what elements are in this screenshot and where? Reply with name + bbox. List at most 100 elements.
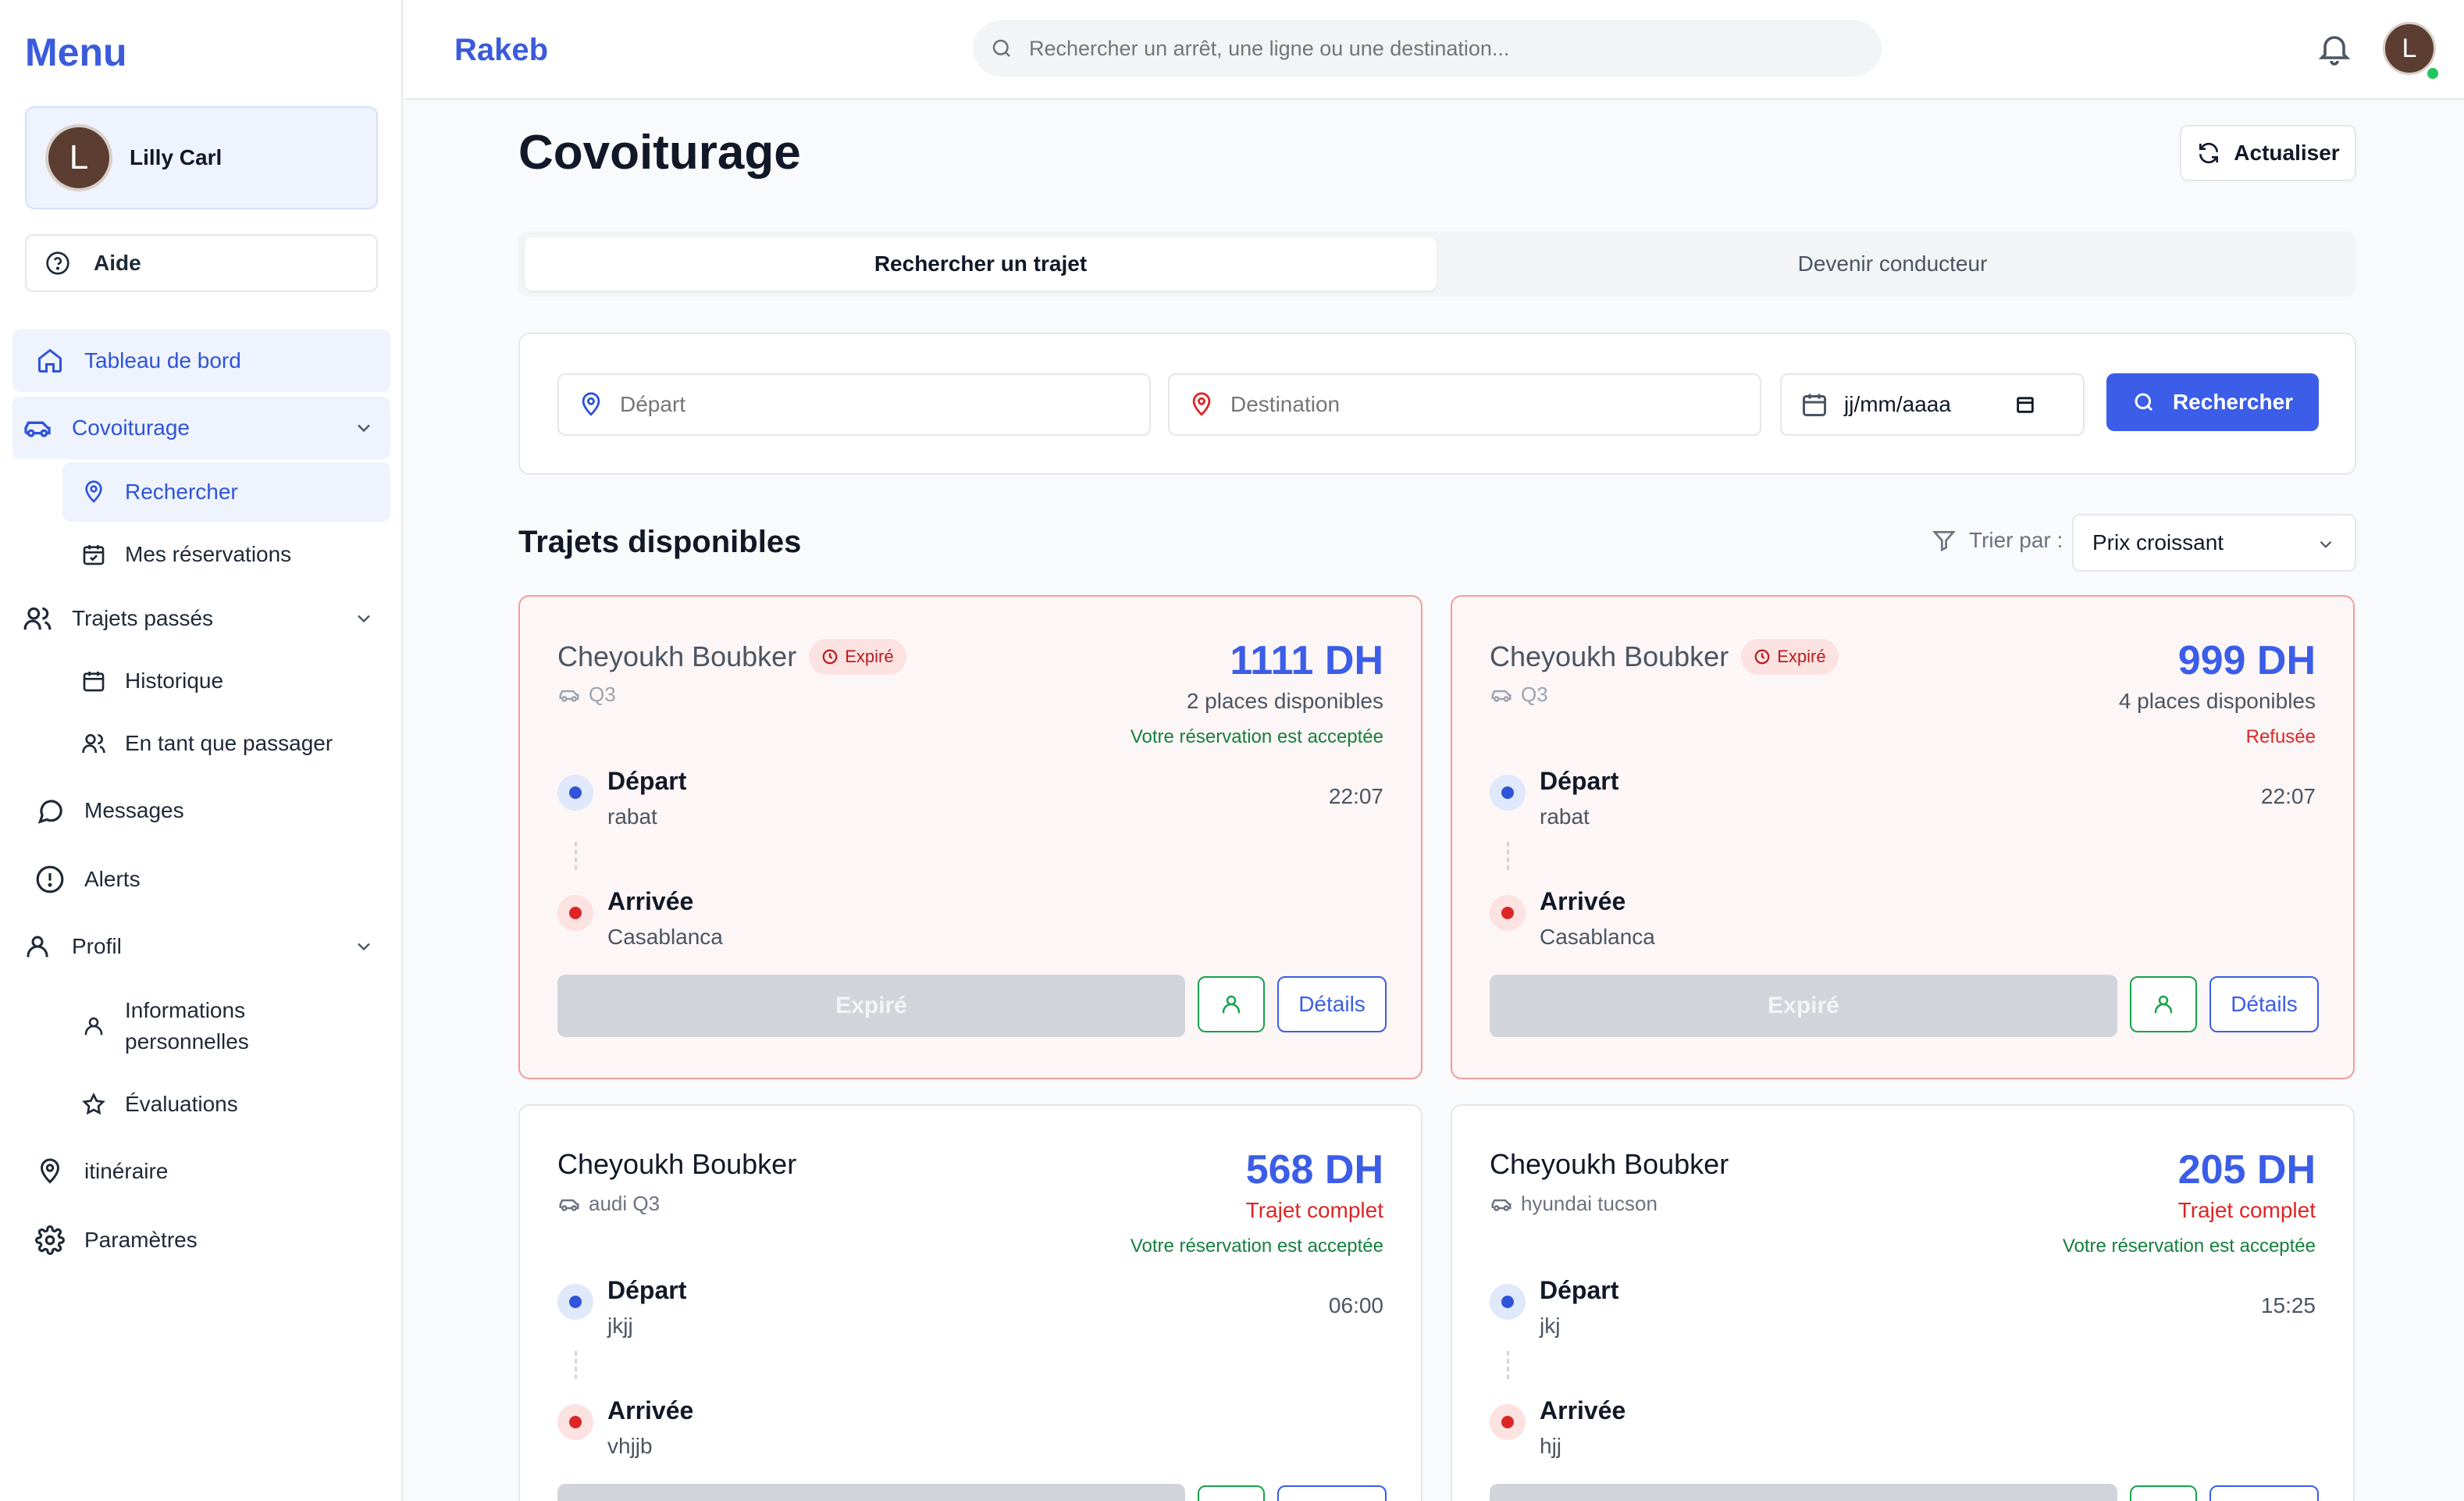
search-icon	[2135, 393, 2153, 412]
route-connector	[1507, 842, 1509, 870]
trip-card[interactable]: Cheyoukh Boubker Expiré Q3 999 DH 4 plac…	[1451, 595, 2355, 1079]
avatar: L	[45, 124, 112, 191]
sidebar-item-carpool[interactable]: Covoiturage	[12, 397, 390, 459]
user-icon	[2154, 995, 2173, 1014]
sort-label: Trier par :	[1932, 528, 2063, 553]
sort-select-value: Prix croissant	[2092, 530, 2224, 554]
car-icon	[1491, 690, 1512, 702]
sort-select[interactable]: Prix croissant	[2072, 514, 2356, 572]
arrival-dot	[557, 1404, 593, 1440]
departure-label: Départ	[607, 1276, 687, 1304]
date-field[interactable]: jj/mm/aaaa	[1780, 373, 2085, 436]
car-model: Q3	[1490, 683, 1548, 707]
user-card[interactable]: L Lilly Carl	[25, 106, 378, 209]
chevron-down-icon	[358, 615, 370, 623]
date-input[interactable]: jj/mm/aaaa	[1844, 392, 1951, 417]
sidebar-item-label: Paramètres	[84, 1228, 198, 1252]
star-icon	[80, 1090, 108, 1118]
details-button[interactable]	[1277, 1485, 1387, 1501]
destination-input[interactable]	[1230, 392, 1699, 417]
sidebar-item-messages[interactable]: Messages	[12, 779, 390, 842]
help-button[interactable]: Aide	[25, 234, 378, 292]
notifications-button[interactable]	[2316, 28, 2353, 69]
trip-search-form: jj/mm/aaaa Rechercher	[518, 333, 2356, 475]
sidebar-item-route[interactable]: itinéraire	[12, 1140, 390, 1203]
action-button[interactable]	[1490, 1484, 2117, 1501]
map-pin-icon	[80, 478, 108, 506]
driver-name: Cheyoukh Boubker Expiré	[557, 639, 906, 675]
user-icon	[1222, 995, 1241, 1014]
departure-field[interactable]	[557, 373, 1151, 436]
calendar-icon	[80, 667, 108, 695]
driver-profile-button[interactable]	[2130, 1485, 2197, 1501]
trip-card[interactable]: Cheyoukh Boubker audi Q3 568 DH Trajet c…	[518, 1104, 1422, 1501]
car-icon	[1491, 1199, 1512, 1211]
action-button[interactable]	[557, 1484, 1185, 1501]
search-input[interactable]	[1029, 36, 1810, 61]
map-pin-icon	[34, 1156, 66, 1187]
car-model: Q3	[557, 683, 616, 707]
calendar-picker-icon[interactable]	[2014, 394, 2036, 415]
online-status-dot	[2425, 66, 2441, 81]
expired-button[interactable]: Expiré	[557, 975, 1185, 1037]
expired-button[interactable]: Expiré	[1490, 975, 2117, 1037]
message-icon	[34, 795, 66, 826]
search-icon	[992, 39, 1010, 57]
sidebar-item-dashboard[interactable]: Tableau de bord	[12, 330, 390, 392]
status-badge: Expiré	[809, 639, 906, 675]
trip-card[interactable]: Cheyoukh Boubker Expiré Q3 1111 DH 2 pla…	[518, 595, 1422, 1079]
trip-card[interactable]: Cheyoukh Boubker hyundai tucson 205 DH T…	[1451, 1104, 2355, 1501]
sidebar-title: Menu	[25, 30, 127, 74]
clock-icon	[822, 649, 838, 665]
global-search[interactable]	[973, 20, 1882, 77]
chevron-down-icon	[358, 943, 370, 951]
tab-search-trip[interactable]: Rechercher un trajet	[525, 237, 1437, 291]
driver-profile-button[interactable]	[1198, 1485, 1265, 1501]
driver-name: Cheyoukh Boubker	[557, 1148, 796, 1181]
seats-available: 4 places disponibles	[2118, 689, 2316, 713]
arrival-label: Arrivée	[607, 887, 694, 915]
status-badge: Expiré	[1741, 639, 1839, 675]
help-label: Aide	[94, 251, 141, 275]
sidebar-item-personal-info[interactable]: Informations personnelles	[62, 981, 390, 1071]
reservation-status: Votre réservation est acceptée	[1130, 1235, 1383, 1257]
status-badge-label: Expiré	[1777, 647, 1826, 666]
arrival-label: Arrivée	[1540, 1396, 1626, 1424]
driver-profile-button[interactable]	[2130, 976, 2197, 1032]
destination-field[interactable]	[1168, 373, 1761, 436]
trip-price: 205 DH	[2177, 1147, 2316, 1193]
driver-profile-button[interactable]	[1198, 976, 1265, 1032]
sidebar-item-ratings[interactable]: Évaluations	[62, 1075, 390, 1134]
departure-dot	[557, 775, 593, 811]
user-icon	[80, 1012, 108, 1040]
arrival-city: Casablanca	[1540, 925, 1655, 949]
departure-dot	[1490, 1284, 1526, 1320]
details-button[interactable]: Détails	[1277, 976, 1387, 1032]
sidebar-item-alerts[interactable]: Alerts	[12, 848, 390, 911]
sidebar-item-passenger[interactable]: En tant que passager	[62, 714, 390, 773]
departure-input[interactable]	[620, 392, 1088, 417]
details-button[interactable]	[2209, 1485, 2319, 1501]
arrival-city: vhjjb	[607, 1434, 653, 1458]
sidebar-item-settings[interactable]: Paramètres	[12, 1209, 390, 1271]
search-button[interactable]: Rechercher	[2106, 373, 2319, 431]
departure-time: 22:07	[1328, 784, 1383, 808]
details-button[interactable]: Détails	[2209, 976, 2319, 1032]
brand-logo[interactable]: Rakeb	[454, 33, 548, 68]
sidebar-item-search[interactable]: Rechercher	[62, 462, 390, 522]
sidebar-item-past-trips[interactable]: Trajets passés	[12, 587, 390, 650]
seats-available: Trajet complet	[2177, 1198, 2316, 1222]
tab-become-driver[interactable]: Devenir conducteur	[1437, 237, 2348, 291]
map-pin-icon	[582, 392, 600, 416]
refresh-button[interactable]: Actualiser	[2180, 125, 2356, 181]
sidebar-item-label: Messages	[84, 798, 184, 822]
route-connector	[1507, 1351, 1509, 1379]
trip-price: 568 DH	[1245, 1147, 1383, 1193]
departure-label: Départ	[1540, 767, 1619, 795]
car-icon	[559, 690, 579, 702]
sidebar-item-history[interactable]: Historique	[62, 651, 390, 711]
sidebar-item-bookings[interactable]: Mes réservations	[62, 525, 390, 584]
seats-available: Trajet complet	[1245, 1198, 1383, 1222]
driver-name-text: Cheyoukh Boubker	[1490, 1148, 1729, 1180]
sidebar-item-profile[interactable]: Profil	[12, 915, 390, 978]
